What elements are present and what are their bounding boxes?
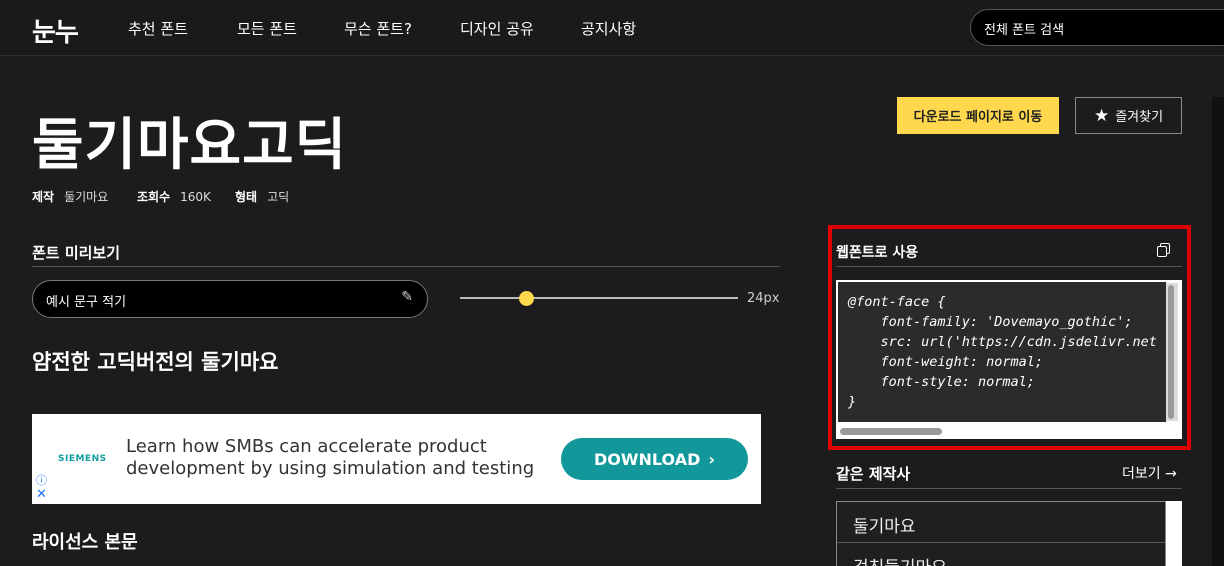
meta-views: 조회수 160K	[137, 188, 211, 205]
preview-input-placeholder: 예시 문구 적기	[46, 295, 127, 310]
meta-maker-label: 제작	[32, 190, 55, 204]
code-horizontal-scroll-thumb[interactable]	[840, 428, 942, 435]
preview-divider	[32, 266, 780, 267]
top-nav: 눈누 추천 폰트 모든 폰트 무슨 폰트? 디자인 공유 공지사항 전체 폰트 …	[0, 0, 1224, 56]
ad-brand-logo: SIEMENS	[58, 454, 107, 464]
license-section-title: 라이선스 본문	[32, 532, 138, 553]
nav-item-notice[interactable]: 공지사항	[581, 18, 636, 39]
code-vertical-scrollbar[interactable]	[1166, 283, 1178, 421]
meta-type: 형태 고딕	[235, 188, 289, 205]
list-item[interactable]: 걷친둘기마요	[837, 543, 1165, 566]
close-icon[interactable]: ✕	[36, 487, 47, 502]
favorite-label: 즐겨찾기	[1115, 110, 1164, 125]
pencil-icon: ✎	[401, 289, 413, 305]
meta-maker-value[interactable]: 둘기마요	[64, 190, 108, 204]
webfont-code-box[interactable]: @font-face { font-family: 'Dovemayo_goth…	[836, 280, 1182, 439]
meta-type-value: 고딕	[267, 190, 290, 204]
same-maker-divider	[836, 488, 1182, 489]
font-size-value: 24px	[747, 291, 780, 306]
meta-views-value: 160K	[180, 190, 211, 204]
download-page-button[interactable]: 다운로드 페이지로 이동	[897, 97, 1059, 134]
preview-section-title: 폰트 미리보기	[32, 244, 121, 262]
font-size-slider-track[interactable]	[460, 297, 738, 299]
copy-icon[interactable]	[1156, 242, 1172, 258]
ad-download-label: DOWNLOAD	[594, 449, 701, 469]
code-vertical-scroll-thumb[interactable]	[1168, 285, 1174, 419]
ad-download-button[interactable]: DOWNLOAD ›	[561, 438, 748, 480]
preview-sample-text: 얌전한 고딕버전의 둘기마요	[32, 350, 279, 374]
star-icon: ★	[1093, 105, 1110, 126]
webfont-divider	[836, 266, 1182, 267]
info-icon[interactable]: ⓘ	[36, 472, 47, 488]
webfont-code[interactable]: @font-face { font-family: 'Dovemayo_goth…	[838, 282, 1166, 422]
same-maker-list: 둘기마요 걷친둘기마요	[836, 501, 1166, 566]
font-title: 둘기마요고딕	[32, 113, 348, 178]
site-logo[interactable]: 눈누	[32, 12, 79, 49]
ad-text: Learn how SMBs can accelerate product de…	[126, 436, 535, 479]
preview-text-input[interactable]: 예시 문구 적기 ✎	[32, 280, 428, 318]
meta-views-label: 조회수	[137, 190, 171, 204]
favorite-button[interactable]: ★ 즐겨찾기	[1075, 97, 1182, 134]
more-link[interactable]: 더보기 →	[1122, 463, 1177, 483]
meta-type-label: 형태	[235, 190, 258, 204]
list-scrollbar[interactable]	[1166, 501, 1182, 566]
same-maker-title: 같은 제작사	[836, 465, 911, 483]
nav-item-all-fonts[interactable]: 모든 폰트	[237, 18, 297, 39]
font-size-slider-thumb[interactable]	[519, 291, 534, 306]
ad-banner[interactable]: SIEMENS Learn how SMBs can accelerate pr…	[32, 414, 761, 504]
nav-item-design-share[interactable]: 디자인 공유	[460, 18, 534, 39]
page-scrollbar[interactable]	[1212, 97, 1224, 566]
list-item[interactable]: 둘기마요	[837, 502, 1165, 543]
search-input[interactable]: 전체 폰트 검색	[970, 9, 1224, 46]
nav-item-what-font[interactable]: 무슨 폰트?	[344, 18, 412, 39]
chevron-right-icon: ›	[708, 449, 715, 469]
meta-maker: 제작 둘기마요	[32, 188, 108, 205]
nav-item-recommended[interactable]: 추천 폰트	[128, 18, 188, 39]
webfont-section-title: 웹폰트로 사용	[836, 245, 919, 261]
